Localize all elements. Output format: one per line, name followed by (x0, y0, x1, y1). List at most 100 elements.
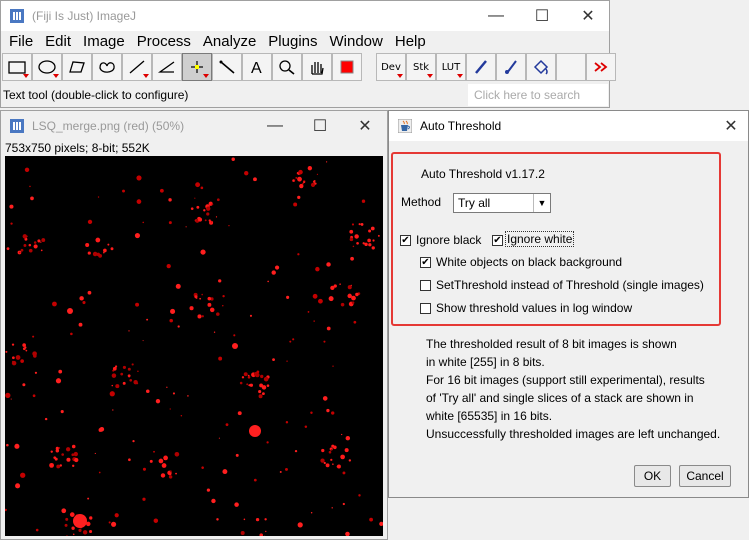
ignore-black-checkbox[interactable]: ✔ (400, 235, 411, 246)
ok-button[interactable]: OK (634, 465, 671, 487)
fluorescence-spot (249, 383, 252, 387)
fluorescence-spot (194, 295, 198, 299)
pencil-tool[interactable] (466, 53, 496, 81)
menu-analyze[interactable]: Analyze (197, 33, 262, 50)
fiji-window-title: (Fiji Is Just) ImageJ (32, 9, 137, 23)
fluorescence-spot (88, 529, 93, 534)
dialog-close-button[interactable]: ✕ (709, 111, 749, 141)
checkmark-icon: ✔ (493, 234, 502, 246)
menu-image[interactable]: Image (77, 33, 131, 50)
angle-tool[interactable] (152, 53, 182, 81)
minimize-button[interactable]: — (253, 111, 297, 141)
fluorescence-spot (377, 234, 380, 237)
fluorescence-spot (370, 226, 375, 231)
fluorescence-spot (28, 248, 33, 253)
close-button[interactable]: ✕ (566, 1, 610, 31)
fluorescence-spot (243, 518, 246, 521)
show-log-checkbox[interactable] (420, 303, 431, 314)
line-tool[interactable] (122, 53, 152, 81)
minimize-button[interactable]: — (474, 1, 518, 31)
fluorescence-spot (321, 448, 325, 453)
fluorescence-spot (286, 295, 290, 299)
fluorescence-spot (215, 216, 218, 218)
fluorescence-spot (15, 355, 21, 360)
zoom-tool[interactable] (272, 53, 302, 81)
fluorescence-spot (320, 458, 325, 463)
menu-process[interactable]: Process (131, 33, 197, 50)
fluorescence-spot (313, 180, 316, 182)
fluorescence-spot (142, 340, 144, 342)
point-tool[interactable] (182, 53, 212, 81)
fluorescence-spot (323, 340, 326, 343)
fluorescence-spot (85, 243, 90, 248)
set-threshold-checkbox[interactable] (420, 280, 431, 291)
fluorescence-spot (155, 399, 161, 404)
fluorescence-spot (379, 521, 383, 526)
hand-tool[interactable] (302, 53, 332, 81)
fluorescence-spot (70, 332, 73, 336)
brush-tool[interactable] (496, 53, 526, 81)
image-canvas[interactable] (5, 156, 383, 536)
fluorescence-spot (201, 315, 204, 318)
fluorescence-spot (310, 512, 313, 514)
white-objects-checkbox[interactable]: ✔ (420, 257, 431, 268)
text-tool[interactable]: A (242, 53, 272, 81)
fluorescence-spot (133, 379, 138, 385)
fluorescence-spot (211, 221, 213, 223)
fluorescence-spot (22, 383, 26, 387)
polygon-tool[interactable] (62, 53, 92, 81)
fluorescence-spot (37, 239, 41, 243)
fluorescence-spot (66, 535, 68, 536)
fluorescence-spot (239, 381, 243, 385)
fluorescence-spot (22, 234, 27, 239)
fluorescence-spot (69, 512, 75, 517)
dev-menu-tool[interactable]: Dev (376, 53, 406, 81)
fluorescence-spot (82, 530, 88, 535)
fluorescence-spot (40, 249, 43, 252)
empty-tool-slot[interactable] (556, 53, 586, 81)
fluorescence-spot (166, 263, 171, 269)
fluorescence-spot (289, 340, 292, 343)
fluorescence-spot (307, 165, 313, 171)
fluorescence-spot (347, 293, 352, 299)
color-picker-tool[interactable] (332, 53, 362, 81)
fluorescence-spot (356, 241, 359, 245)
ignore-white-checkbox[interactable]: ✔ (492, 235, 503, 246)
flood-fill-tool[interactable] (526, 53, 556, 81)
search-input[interactable]: Click here to search (468, 84, 608, 106)
maximize-button[interactable]: ☐ (520, 1, 564, 31)
fluorescence-spot (297, 195, 301, 200)
freehand-tool[interactable] (92, 53, 122, 81)
menu-edit[interactable]: Edit (39, 33, 77, 50)
fluorescence-spot (371, 246, 375, 250)
fluorescence-spot (201, 466, 204, 469)
maximize-button[interactable]: ☐ (298, 111, 342, 141)
fluorescence-spot (89, 516, 93, 520)
more-tools-button[interactable] (586, 53, 616, 81)
fluorescence-spot (362, 242, 365, 245)
menu-plugins[interactable]: Plugins (262, 33, 323, 50)
help-line-3: For 16 bit images (support still experim… (426, 373, 705, 387)
lut-menu-tool[interactable]: LUT (436, 53, 466, 81)
fluorescence-spot (53, 456, 57, 460)
cancel-button[interactable]: Cancel (679, 465, 731, 487)
oval-tool[interactable] (32, 53, 62, 81)
menu-window[interactable]: Window (324, 33, 389, 50)
fluorescence-spot (136, 175, 142, 181)
paint-bucket-icon (533, 59, 549, 75)
fluorescence-spot (79, 296, 84, 301)
menu-file[interactable]: File (3, 33, 39, 50)
fiji-main-window: (Fiji Is Just) ImageJ — ☐ ✕ File Edit Im… (0, 0, 616, 108)
method-select[interactable]: Try all ▼ (453, 193, 551, 213)
image-info: 753x750 pixels; 8-bit; 552K (5, 141, 150, 155)
fluorescence-spot (109, 391, 115, 397)
close-button[interactable]: ✕ (343, 111, 387, 141)
fluorescence-spot (25, 349, 28, 352)
fluorescence-spot (323, 461, 326, 465)
rectangle-tool[interactable] (2, 53, 32, 81)
fluorescence-spot (142, 467, 146, 471)
menu-help[interactable]: Help (389, 33, 432, 50)
fluorescence-spot (168, 198, 172, 202)
wand-tool[interactable] (212, 53, 242, 81)
stack-menu-tool[interactable]: Stk (406, 53, 436, 81)
